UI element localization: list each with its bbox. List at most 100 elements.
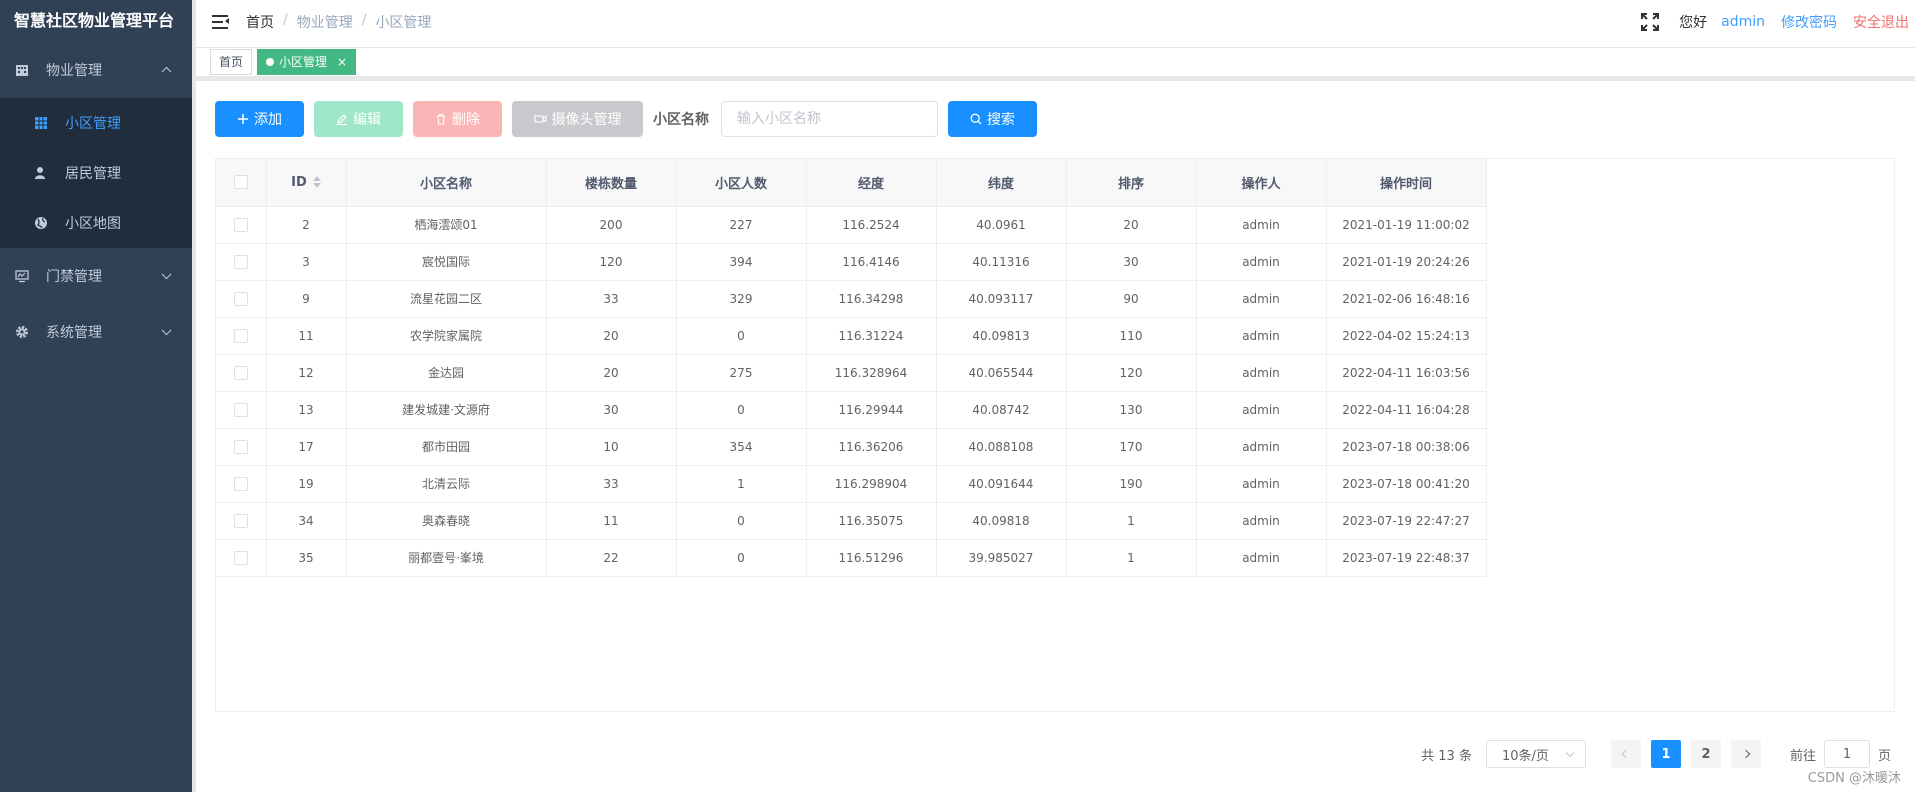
cell-name: 栖海澐颂01 — [346, 206, 547, 244]
goto-page-input[interactable] — [1823, 740, 1870, 768]
page-button-2[interactable]: 2 — [1690, 740, 1721, 768]
table-row[interactable]: 11 农学院家属院 20 0 116.31224 40.09813 110 admin 2022… — [216, 317, 1487, 355]
cell-buildings: 20 — [546, 317, 677, 355]
row-checkbox[interactable] — [233, 217, 248, 232]
sidebar-item-community[interactable]: 小区管理 — [0, 98, 192, 148]
cell-latitude: 40.09818 — [936, 502, 1067, 540]
chevron-right-icon — [1741, 749, 1751, 759]
breadcrumb-home[interactable]: 首页 — [246, 12, 274, 32]
select-all-checkbox[interactable] — [233, 175, 248, 190]
community-name-input[interactable] — [721, 101, 938, 137]
cell-name: 农学院家属院 — [346, 317, 547, 355]
row-checkbox[interactable] — [233, 365, 248, 380]
column-header-sort: 排序 — [1066, 159, 1197, 207]
gear-icon — [14, 324, 30, 340]
sort-icon[interactable] — [312, 176, 321, 189]
table-row[interactable]: 3 宸悦国际 120 394 116.4146 40.11316 30 admin 2021-0… — [216, 243, 1487, 281]
row-checkbox[interactable] — [233, 476, 248, 491]
row-select-cell — [216, 428, 267, 466]
cell-longitude: 116.51296 — [806, 539, 937, 577]
sidebar-item-community-map[interactable]: 小区地图 — [0, 198, 192, 248]
row-checkbox[interactable] — [233, 550, 248, 565]
tag-home[interactable]: 首页 — [210, 49, 253, 75]
row-select-cell — [216, 539, 267, 577]
menu-label: 物业管理 — [46, 63, 102, 79]
table-row[interactable]: 13 建发城建·文源府 30 0 116.29944 40.08742 130 admin 20… — [216, 391, 1487, 429]
edit-button[interactable]: 编辑 — [314, 101, 403, 137]
cell-latitude: 40.08742 — [936, 391, 1067, 429]
cell-latitude: 40.093117 — [936, 280, 1067, 318]
cell-sort: 1 — [1066, 502, 1197, 540]
table-row[interactable]: 19 北清云际 33 1 116.298904 40.091644 190 admin 2023… — [216, 465, 1487, 503]
column-header-id[interactable]: ID — [266, 159, 347, 207]
table-row[interactable]: 34 奥森春晓 11 0 116.35075 40.09818 1 admin 2023-07-… — [216, 502, 1487, 540]
table-row[interactable]: 12 金达园 20 275 116.328964 40.065544 120 admin 202… — [216, 354, 1487, 392]
prev-page-button[interactable] — [1610, 740, 1641, 768]
column-header-buildings: 楼栋数量 — [546, 159, 677, 207]
tag-community[interactable]: 小区管理 × — [257, 49, 357, 75]
cell-sort: 130 — [1066, 391, 1197, 429]
column-header-latitude: 纬度 — [936, 159, 1067, 207]
cell-longitude: 116.29944 — [806, 391, 937, 429]
cell-time: 2022-04-11 16:03:56 — [1326, 354, 1487, 392]
menu-property-management[interactable]: 物业管理 — [0, 42, 192, 98]
table-row[interactable]: 9 流星花园二区 33 329 116.34298 40.093117 90 admin 202… — [216, 280, 1487, 318]
row-checkbox[interactable] — [233, 402, 248, 417]
menu-system-management[interactable]: 系统管理 — [0, 304, 192, 360]
cell-time: 2021-01-19 20:24:26 — [1326, 243, 1487, 281]
page-size-select[interactable]: 10条/页 — [1485, 740, 1586, 768]
camera-management-button[interactable]: 摄像头管理 — [512, 101, 643, 137]
row-checkbox[interactable] — [233, 513, 248, 528]
select-all-cell — [216, 159, 267, 207]
next-page-button[interactable] — [1730, 740, 1761, 768]
row-checkbox[interactable] — [233, 254, 248, 269]
cell-sort: 90 — [1066, 280, 1197, 318]
table-row[interactable]: 2 栖海澐颂01 200 227 116.2524 40.0961 20 admin 2021-… — [216, 206, 1487, 244]
search-button[interactable]: 搜索 — [948, 101, 1037, 137]
cell-population: 329 — [676, 280, 807, 318]
cell-population: 227 — [676, 206, 807, 244]
row-select-cell — [216, 502, 267, 540]
row-checkbox[interactable] — [233, 328, 248, 343]
menu-access-control[interactable]: 门禁管理 — [0, 248, 192, 304]
row-checkbox[interactable] — [233, 439, 248, 454]
cell-name: 北清云际 — [346, 465, 547, 503]
pagination: 共 13 条 10条/页 1 2 前往 页 — [1421, 740, 1891, 768]
goto-page: 前往 页 — [1790, 740, 1891, 768]
delete-button[interactable]: 删除 — [413, 101, 502, 137]
cell-operator: admin — [1196, 428, 1327, 466]
cell-operator: admin — [1196, 539, 1327, 577]
logout-link[interactable]: 安全退出 — [1853, 12, 1909, 32]
cell-name: 宸悦国际 — [346, 243, 547, 281]
menu-label: 系统管理 — [46, 325, 102, 341]
row-select-cell — [216, 465, 267, 503]
username-link[interactable]: admin — [1721, 14, 1765, 30]
hamburger-icon[interactable] — [212, 14, 230, 30]
cell-latitude: 40.0961 — [936, 206, 1067, 244]
sidebar: 智慧社区物业管理平台 物业管理 小区管理 居民管理 小区地图 门禁管理 系统管理 — [0, 0, 192, 792]
table-row[interactable]: 35 丽都壹号·峯境 22 0 116.51296 39.985027 1 admin 2023… — [216, 539, 1487, 577]
cell-operator: admin — [1196, 502, 1327, 540]
cell-longitude: 116.328964 — [806, 354, 937, 392]
menu-label: 门禁管理 — [46, 269, 102, 285]
goto-suffix: 页 — [1877, 748, 1891, 764]
cell-population: 275 — [676, 354, 807, 392]
table-row[interactable]: 17 都市田园 10 354 116.36206 40.088108 170 admin 202… — [216, 428, 1487, 466]
sidebar-item-residents[interactable]: 居民管理 — [0, 148, 192, 198]
cell-population: 0 — [676, 317, 807, 355]
globe-icon — [34, 216, 48, 230]
cell-sort: 190 — [1066, 465, 1197, 503]
column-header-operator: 操作人 — [1196, 159, 1327, 207]
add-button[interactable]: 添加 — [215, 101, 304, 137]
close-icon[interactable]: × — [337, 50, 347, 74]
fullscreen-icon[interactable] — [1641, 13, 1660, 31]
cell-name: 丽都壹号·峯境 — [346, 539, 547, 577]
total-count: 共 13 条 — [1421, 748, 1472, 764]
cell-population: 0 — [676, 391, 807, 429]
cell-id: 34 — [266, 502, 347, 540]
header-right: 您好 admin 修改密码 安全退出 — [1641, 0, 1915, 44]
cell-buildings: 30 — [546, 391, 677, 429]
change-password-link[interactable]: 修改密码 — [1781, 12, 1837, 32]
row-checkbox[interactable] — [233, 291, 248, 306]
page-button-1[interactable]: 1 — [1650, 740, 1681, 768]
